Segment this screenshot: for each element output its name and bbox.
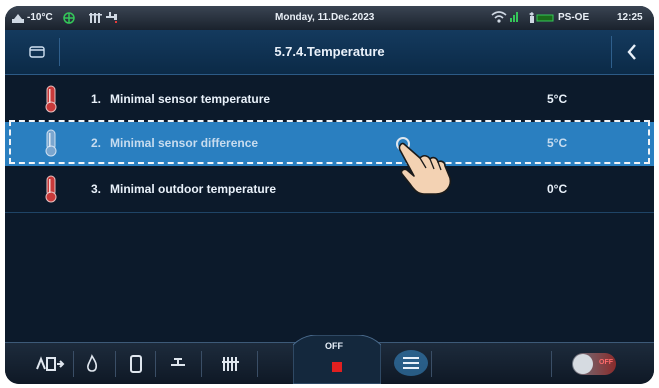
divider xyxy=(201,351,202,377)
menu-icon[interactable] xyxy=(393,349,429,377)
divider xyxy=(551,351,552,377)
row-label: Minimal sensor temperature xyxy=(110,92,271,106)
row-number: 1. xyxy=(91,92,102,106)
thermometer-icon xyxy=(45,85,57,113)
toggle-label: OFF xyxy=(599,359,613,366)
device-screen: -10°C Monday, 11.Dec.2023 PS-OE 12:25 5.… xyxy=(5,6,654,384)
outdoor-temp-icon xyxy=(12,14,24,23)
back-button[interactable] xyxy=(611,36,654,68)
battery-icon xyxy=(529,12,554,23)
selection-highlight xyxy=(9,120,650,164)
stop-icon xyxy=(332,362,342,372)
profile-label: PS-OE xyxy=(558,12,590,23)
date-label: Monday, 11.Dec.2023 xyxy=(275,12,375,23)
header: 5.7.4.Temperature xyxy=(5,30,654,75)
valve-icon[interactable] xyxy=(169,353,189,375)
list-item-minimal-outdoor-temperature[interactable]: 3. Minimal outdoor temperature 0°C xyxy=(5,168,654,213)
power-toggle[interactable]: OFF xyxy=(572,353,616,375)
off-mode-label: OFF xyxy=(325,341,343,351)
list-item-minimal-sensor-temperature[interactable]: 1. Minimal sensor temperature 5°C xyxy=(5,78,654,122)
tap-icon xyxy=(106,12,117,23)
radiator-icon xyxy=(89,13,102,23)
divider xyxy=(155,351,156,377)
status-bar: -10°C Monday, 11.Dec.2023 PS-OE 12:25 xyxy=(5,6,654,30)
divider xyxy=(115,351,116,377)
heating-mode-icon[interactable] xyxy=(35,353,65,375)
divider xyxy=(431,351,432,377)
row-label: Minimal outdoor temperature xyxy=(110,182,277,196)
divider xyxy=(73,351,74,377)
fan-icon xyxy=(63,12,75,24)
back-arrow-icon xyxy=(627,44,636,60)
row-number: 3. xyxy=(91,182,102,196)
boiler-icon[interactable] xyxy=(129,353,143,375)
row-value: 5°C xyxy=(547,92,568,106)
clock: 12:25 xyxy=(617,12,643,23)
heater-icon[interactable] xyxy=(221,353,241,375)
wifi-icon xyxy=(491,11,507,23)
toggle-knob xyxy=(573,354,593,374)
divider xyxy=(257,351,258,377)
hand-pointer-icon xyxy=(396,137,452,195)
outdoor-temp: -10°C xyxy=(27,12,53,23)
page-title: 5.7.4.Temperature xyxy=(274,44,385,59)
signal-icon xyxy=(510,12,518,22)
thermometer-icon xyxy=(45,175,57,203)
row-value: 0°C xyxy=(547,182,568,196)
flame-icon[interactable] xyxy=(85,353,99,375)
